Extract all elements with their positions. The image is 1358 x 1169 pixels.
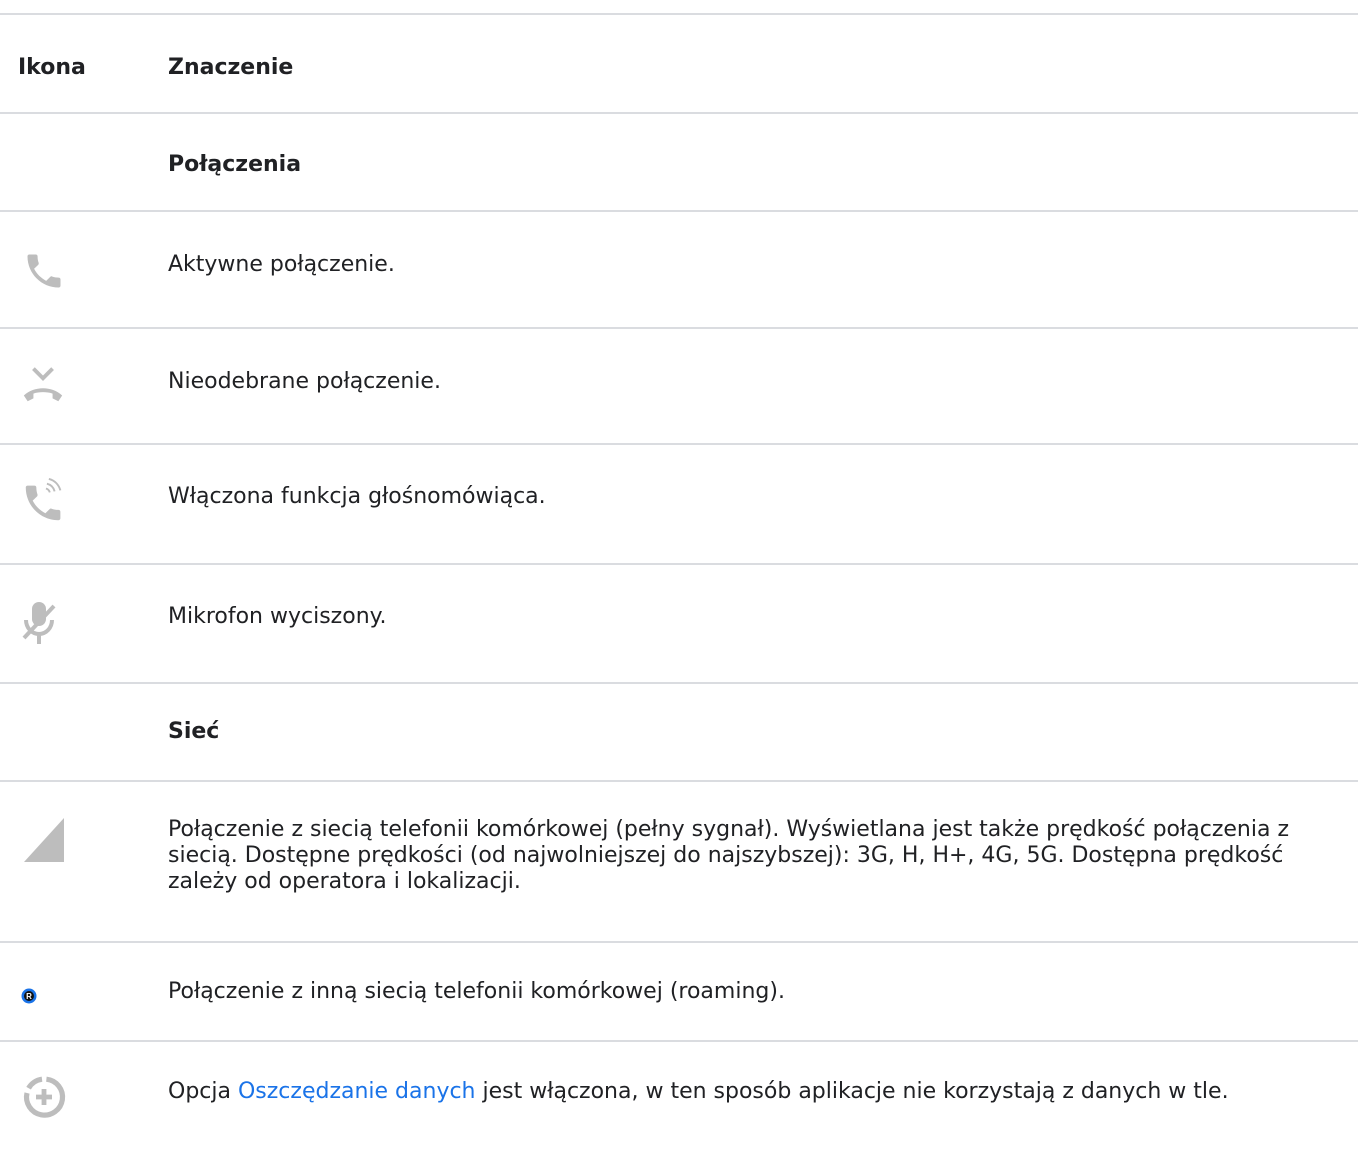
data-saver-text-before: Opcja [168,1079,238,1104]
speakerphone-icon [20,474,70,528]
section-title-calls: Połączenia [168,152,302,177]
section-row-calls: Połączenia [0,113,1358,212]
table-header-row: Ikona Znaczenie [0,15,1358,114]
section-row-network: Sieć [0,683,1358,782]
data-saver-link[interactable]: Oszczędzanie danych [238,1079,476,1104]
table-row: Nieodebrane połączenie. [0,328,1358,445]
row-meaning-text: Połączenie z siecią telefonii komórkowej… [168,817,1290,894]
roaming-badge-letter: R [26,992,32,1001]
table-row: Aktywne połączenie. [0,211,1358,329]
header-meaning-column: Znaczenie [168,55,294,80]
data-saver-icon [20,1073,68,1123]
row-meaning-text: Aktywne połączenie. [168,252,395,277]
table-row: Połączenie z siecią telefonii komórkowej… [0,781,1358,943]
section-title-network: Sieć [168,719,220,744]
row-meaning-text: Opcja Oszczędzanie danych jest włączona,… [168,1079,1348,1105]
row-meaning-text: Połączenie z inną siecią telefonii komór… [168,979,785,1004]
phone-icon [22,248,66,294]
row-meaning-text: Nieodebrane połączenie. [168,369,441,394]
header-icon-column: Ikona [18,55,86,80]
signal-full-icon [22,816,66,864]
data-saver-text-after: jest włączona, w ten sposób aplikacje ni… [475,1079,1229,1104]
table-row: R Połączenie z inną siecią telefonii kom… [0,942,1358,1042]
row-meaning-text: Włączona funkcja głośnomówiąca. [168,484,546,509]
table-row: Mikrofon wyciszony. [0,564,1358,684]
table-row: Opcja Oszczędzanie danych jest włączona,… [0,1041,1358,1169]
row-meaning-text: Mikrofon wyciszony. [168,604,387,629]
table-row: Włączona funkcja głośnomówiąca. [0,444,1358,565]
mic-off-icon [20,598,60,650]
missed-call-icon [20,364,66,404]
roaming-icon: R [21,988,37,1004]
